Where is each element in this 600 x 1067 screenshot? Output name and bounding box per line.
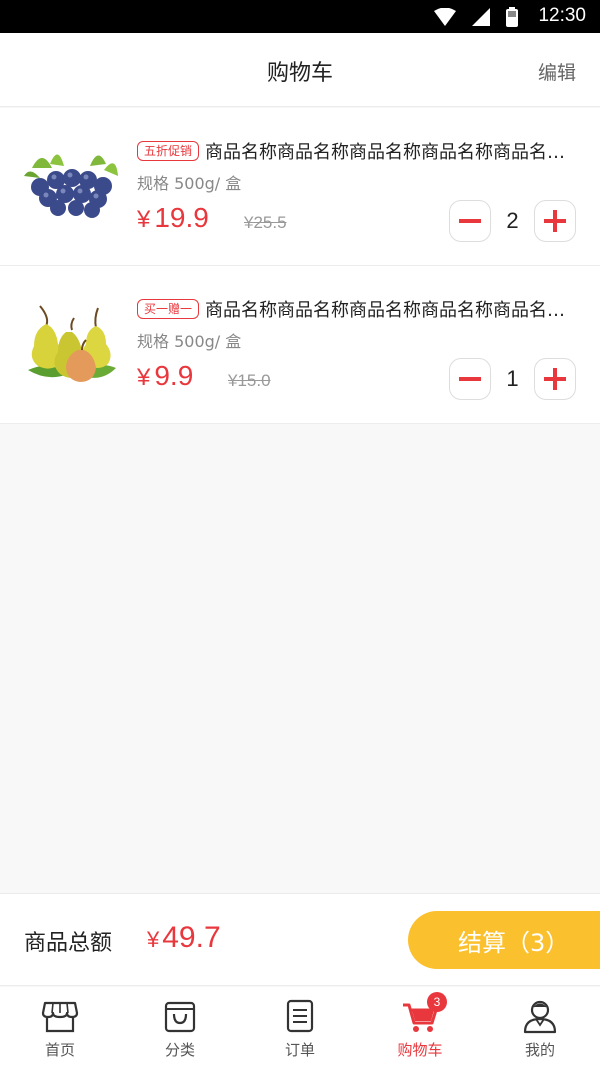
- cart-list: 五折促销 商品名称商品名称商品名称商品名称商品名称商品名称 规格 500g/ 盒…: [0, 108, 600, 424]
- original-price: ¥15.0: [228, 371, 271, 390]
- decrease-quantity-button[interactable]: [449, 200, 491, 242]
- plus-icon: [544, 368, 566, 390]
- cart-badge: 3: [427, 992, 447, 1012]
- battery-icon: [506, 7, 518, 27]
- tab-category[interactable]: 分类: [120, 987, 240, 1067]
- total-label: 商品总额: [24, 931, 113, 956]
- cart-item[interactable]: 五折促销 商品名称商品名称商品名称商品名称商品名称商品名称 规格 500g/ 盒…: [0, 108, 600, 266]
- wifi-icon: [434, 8, 456, 26]
- total-amount: ¥49.7: [147, 921, 221, 955]
- tab-cart[interactable]: 3 购物车: [360, 987, 480, 1067]
- product-image-pears[interactable]: [20, 300, 120, 390]
- order-list-icon: [286, 999, 314, 1033]
- minus-icon: [459, 377, 481, 381]
- signal-icon: [472, 8, 490, 26]
- increase-quantity-button[interactable]: [534, 358, 576, 400]
- quantity-value: 1: [506, 366, 519, 391]
- promo-tag: 买一赠一: [137, 299, 200, 319]
- total-value: 49.7: [162, 921, 221, 954]
- store-icon: [41, 1001, 79, 1033]
- product-spec: 规格 500g/ 盒: [137, 174, 242, 193]
- tab-home[interactable]: 首页: [0, 987, 120, 1067]
- price-currency: ¥: [137, 364, 151, 391]
- product-price: ¥9.9: [137, 360, 193, 392]
- tab-label: 订单: [284, 1041, 315, 1059]
- product-name: 商品名称商品名称商品名称商品名称商品名称商品名称: [205, 300, 577, 321]
- product-title-row[interactable]: 五折促销 商品名称商品名称商品名称商品名称商品名称商品名称: [137, 138, 577, 164]
- bottom-tab-bar: 首页 分类 订单 3 购物车 我的: [0, 987, 600, 1067]
- promo-tag: 五折促销: [137, 141, 200, 161]
- tab-label: 分类: [164, 1041, 195, 1059]
- product-title-row[interactable]: 买一赠一 商品名称商品名称商品名称商品名称商品名称商品名称: [137, 296, 577, 322]
- cart-item[interactable]: 买一赠一 商品名称商品名称商品名称商品名称商品名称商品名称 规格 500g/ 盒…: [0, 266, 600, 424]
- plus-icon: [544, 210, 566, 232]
- page-header: 购物车 编辑: [0, 33, 600, 107]
- price-value: 9.9: [154, 360, 194, 391]
- increase-quantity-button[interactable]: [534, 200, 576, 242]
- tab-orders[interactable]: 订单: [240, 987, 360, 1067]
- quantity-stepper: 1: [449, 358, 576, 400]
- product-price: ¥19.9: [137, 202, 209, 234]
- decrease-quantity-button[interactable]: [449, 358, 491, 400]
- total-currency: ¥: [147, 927, 160, 952]
- status-bar: 12:30: [0, 0, 600, 33]
- page-title: 购物车: [266, 61, 333, 86]
- tab-label: 我的: [524, 1041, 555, 1059]
- checkout-button[interactable]: 结算（3）: [408, 911, 600, 969]
- original-price: ¥25.5: [244, 213, 287, 232]
- tab-profile[interactable]: 我的: [480, 987, 600, 1067]
- quantity-value: 2: [506, 208, 519, 233]
- tab-label: 首页: [44, 1041, 75, 1059]
- status-icons: [434, 6, 518, 28]
- quantity-stepper: 2: [449, 200, 576, 242]
- minus-icon: [459, 219, 481, 223]
- edit-button[interactable]: 编辑: [538, 58, 576, 85]
- checkout-bar: 商品总额 ¥49.7 结算（3）: [0, 893, 600, 986]
- product-image-blueberries[interactable]: [20, 142, 120, 232]
- product-spec: 规格 500g/ 盒: [137, 332, 242, 351]
- bag-icon: [164, 1001, 196, 1033]
- price-currency: ¥: [137, 206, 151, 233]
- tab-label: 购物车: [397, 1041, 443, 1059]
- user-icon: [523, 1000, 557, 1034]
- status-time: 12:30: [538, 5, 586, 26]
- product-name: 商品名称商品名称商品名称商品名称商品名称商品名称: [205, 142, 577, 163]
- price-value: 19.9: [154, 202, 209, 233]
